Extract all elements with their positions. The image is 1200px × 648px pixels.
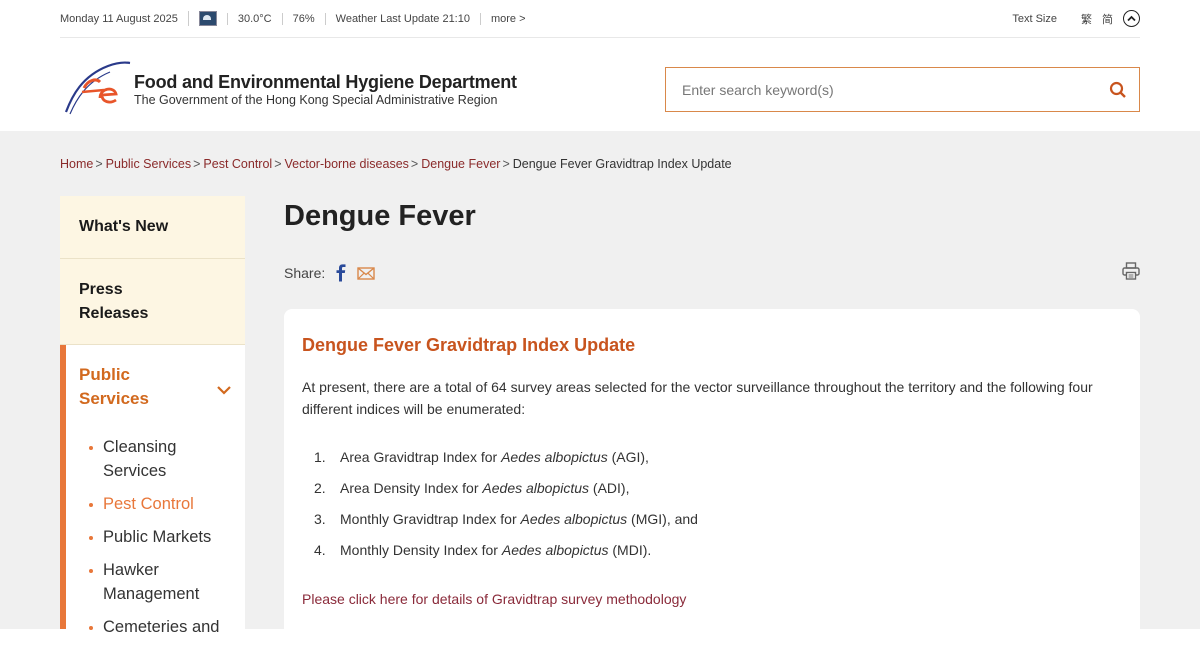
submenu-item-pest-control[interactable]: Pest Control [88,492,238,516]
index-abbrev: (MGI), and [627,511,698,527]
content-intro: At present, there are a total of 64 surv… [302,379,1093,417]
breadcrumb-vector-borne[interactable]: Vector-borne diseases [285,157,409,171]
breadcrumb-separator: > [193,157,201,171]
index-abbrev: (AGI), [607,449,649,465]
sidebar-item-whats-new[interactable]: What's New [60,196,245,259]
list-number: 2. [314,480,326,496]
index-name: Monthly Density Index for [340,542,502,558]
list-item: 3. Monthly Gravidtrap Index for Aedes alb… [302,509,698,529]
weather-icon-wrap[interactable] [187,11,227,26]
content-card: Dengue Fever Gravidtrap Index Update At … [284,309,1140,639]
index-name: Area Density Index for [340,480,483,496]
sidebar-item-label: What's New [79,218,169,235]
top-bar: Monday 11 August 2025 30.0°C 76% Weather… [0,0,1200,38]
list-item: 2. Area Density Index for Aedes albopictu… [302,478,698,498]
submenu-item-hawker[interactable]: Hawker Management [88,558,238,606]
site-header: Food and Environmental Hygiene Departmen… [0,38,1200,131]
indices-list: 1. Area Gravidtrap Index for Aedes albopi… [302,447,698,571]
sidebar-label-line: Press [79,280,123,298]
government-name: The Government of the Hong Kong Special … [134,93,498,107]
sidebar-label-line: Services [79,389,149,408]
index-abbrev: (ADI), [589,480,630,496]
sidebar-item-label: Press Releases [79,278,148,326]
search-button[interactable] [1097,68,1139,111]
breadcrumb-dengue-fever[interactable]: Dengue Fever [421,157,500,171]
methodology-link[interactable]: Please click here for details of Gravidt… [302,591,686,607]
sidebar-label-line: Releases [79,304,149,322]
breadcrumb-current: Dengue Fever Gravidtrap Index Update [512,157,732,171]
sidebar-item-press-releases[interactable]: Press Releases [60,259,245,345]
public-services-submenu: Cleansing Services Pest Control Public M… [88,435,238,648]
email-icon[interactable] [357,266,375,280]
list-number: 4. [314,542,326,558]
scroll-top-button[interactable] [1123,10,1140,27]
current-date: Monday 11 August 2025 [60,12,178,25]
breadcrumb: Home > Public Services > Pest Control > Vec… [60,157,732,171]
humidity: 76% [281,12,325,25]
search-icon [1109,81,1126,98]
list-item: 1. Area Gravidtrap Index for Aedes albopi… [302,447,698,467]
breadcrumb-public-services[interactable]: Public Services [106,157,191,171]
breadcrumb-separator: > [502,157,510,171]
search-box [665,67,1140,112]
species-name: Aedes albopictus [520,511,628,527]
weather-more-link[interactable]: more > [479,12,536,25]
department-name[interactable]: Food and Environmental Hygiene Departmen… [134,72,517,93]
breadcrumb-pest-control[interactable]: Pest Control [203,157,272,171]
submenu-item-cemeteries[interactable]: Cemeteries and [88,615,238,639]
list-text: Monthly Density Index for Aedes albopict… [340,540,651,560]
submenu-item-cleansing[interactable]: Cleansing Services [88,435,238,483]
index-name: Monthly Gravidtrap Index for [340,511,521,527]
index-abbrev: (MDI). [608,542,652,558]
content-title: Dengue Fever Gravidtrap Index Update [302,335,636,355]
facebook-icon[interactable] [335,264,347,282]
list-text: Monthly Gravidtrap Index for Aedes albop… [340,509,698,529]
print-icon[interactable] [1122,262,1140,280]
species-name: Aedes albopictus [501,542,609,558]
sidebar-nav: What's New Press Releases Public Services … [60,196,245,636]
species-name: Aedes albopictus [501,449,608,465]
breadcrumb-separator: > [95,157,103,171]
weather-update: Weather Last Update 21:10 [324,12,480,25]
top-bar-right: Text Size 繁 简 [1012,10,1140,27]
breadcrumb-separator: > [274,157,282,171]
sidebar-public-services-heading[interactable]: Public Services [79,363,149,411]
share-bar: Share: [284,264,375,282]
lang-simplified-chinese[interactable]: 简 [1102,11,1113,27]
text-size-button[interactable]: Text Size [1012,13,1057,25]
sidebar-label-line: Public [79,365,131,384]
breadcrumb-home[interactable]: Home [60,157,93,171]
list-text: Area Density Index for Aedes albopictus … [340,478,630,498]
share-label: Share: [284,265,326,281]
chevron-down-icon[interactable] [216,385,232,395]
list-number: 1. [314,449,326,465]
list-text: Area Gravidtrap Index for Aedes albopict… [340,447,649,467]
chevron-up-icon [1127,15,1136,22]
submenu-item-public-markets[interactable]: Public Markets [88,525,238,549]
breadcrumb-separator: > [410,157,419,171]
index-name: Area Gravidtrap Index for [340,449,502,465]
species-name: Aedes albopictus [482,480,590,496]
temperature: 30.0°C [226,12,282,25]
list-number: 3. [314,511,326,527]
search-input[interactable] [666,81,1097,98]
lang-traditional-chinese[interactable]: 繁 [1081,11,1092,27]
top-bar-inner: Monday 11 August 2025 30.0°C 76% Weather… [60,0,1140,38]
page-title: Dengue Fever [284,200,476,232]
list-item: 4. Monthly Density Index for Aedes albopi… [302,540,698,560]
weather-icon[interactable] [198,11,217,26]
sidebar-item-public-services: Public Services Cleansing Services Pest C… [60,345,245,636]
fehd-logo[interactable] [60,58,132,116]
